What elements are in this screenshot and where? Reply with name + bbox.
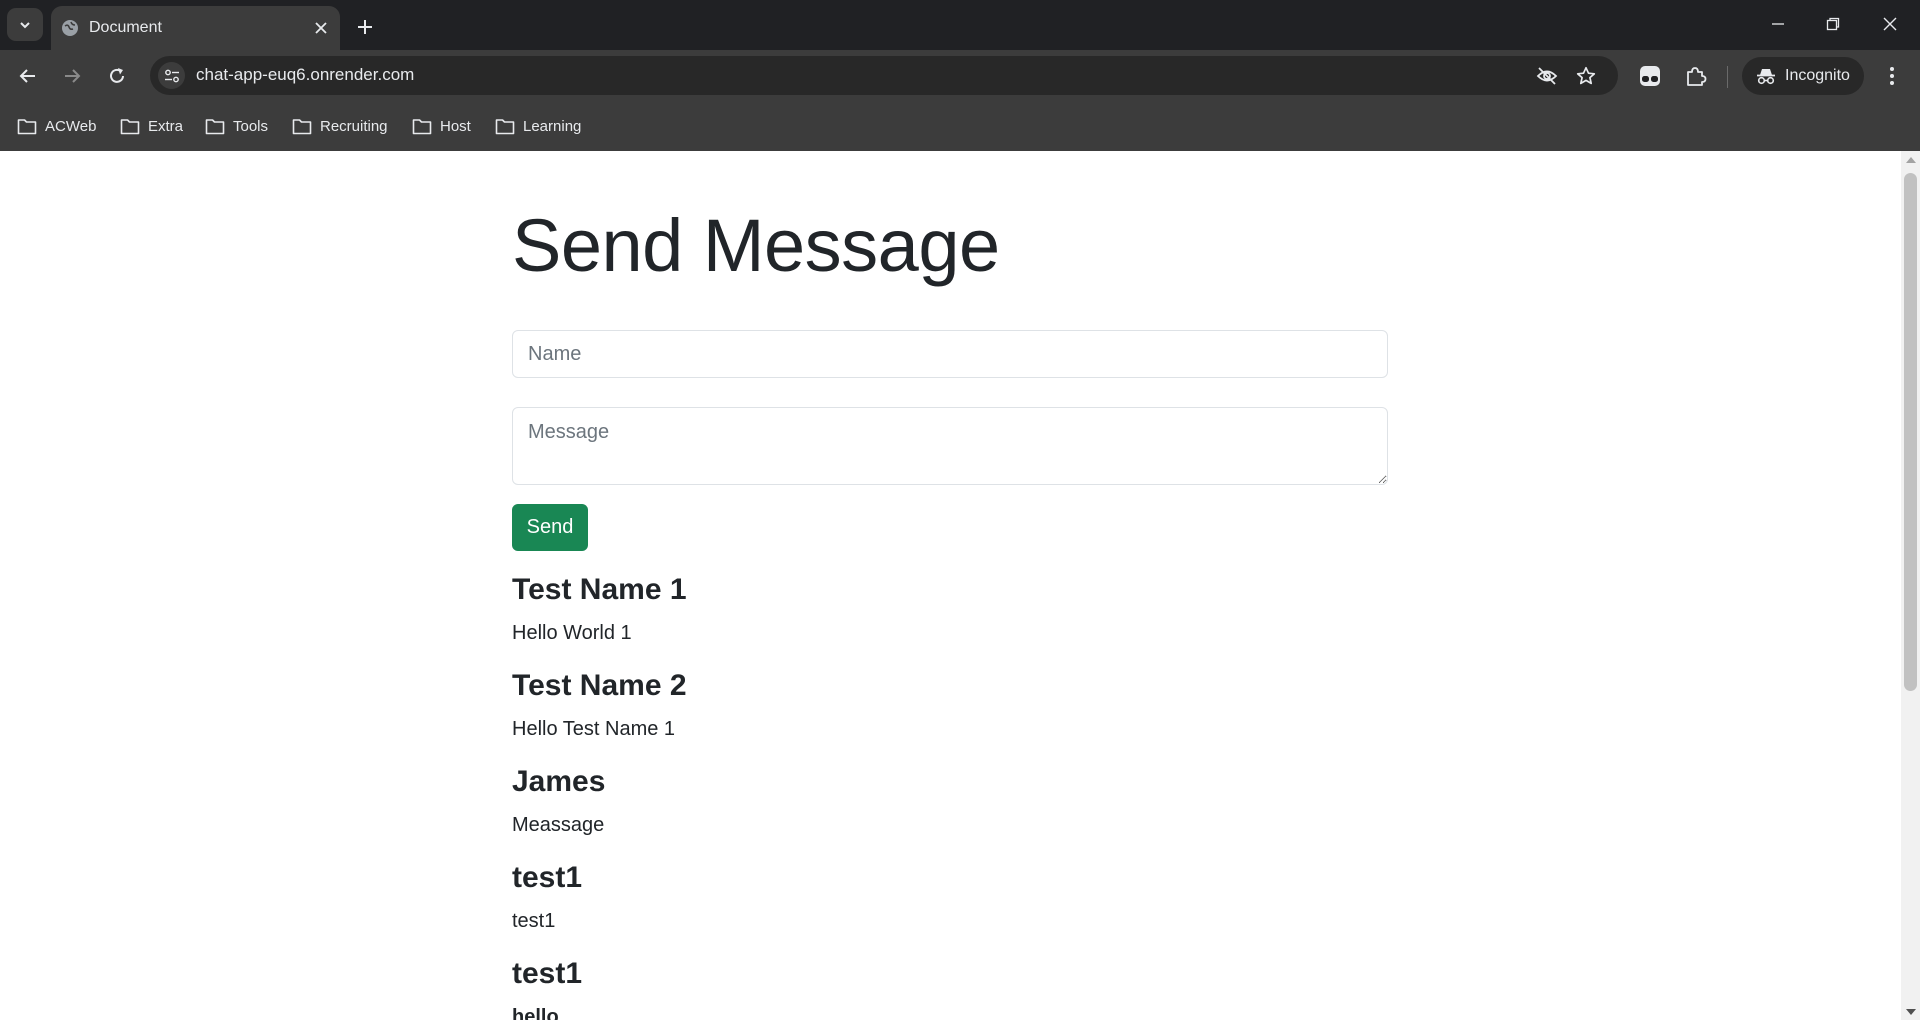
folder-icon bbox=[17, 118, 37, 134]
message-author: Test Name 1 bbox=[512, 573, 687, 606]
plus-icon bbox=[358, 20, 372, 34]
tab-title: Document bbox=[89, 19, 162, 36]
message-author: test1 bbox=[512, 957, 583, 990]
profile-extension-button[interactable] bbox=[1637, 63, 1663, 89]
star-icon bbox=[1576, 66, 1596, 85]
bookmark-label: Tools bbox=[233, 117, 269, 135]
folder-icon bbox=[205, 118, 225, 134]
address-bar[interactable]: chat-app-euq6.onrender.com bbox=[150, 56, 1618, 95]
restore-icon bbox=[1826, 17, 1840, 31]
bookmark-label: Extra bbox=[148, 117, 184, 135]
message-text: Hello Test Name 1 bbox=[512, 718, 676, 740]
send-button[interactable]: Send bbox=[512, 504, 588, 551]
back-button[interactable] bbox=[13, 61, 43, 91]
bookmark-folder-acweb[interactable]: ACWeb bbox=[17, 115, 96, 137]
message-author: test1 bbox=[512, 861, 583, 894]
arrow-right-icon bbox=[65, 69, 81, 83]
minimize-icon bbox=[1772, 23, 1784, 25]
puzzle-icon bbox=[1687, 67, 1707, 86]
tune-icon bbox=[164, 69, 179, 82]
extensions-button[interactable] bbox=[1683, 63, 1709, 89]
incognito-icon bbox=[1757, 69, 1775, 85]
bookmarks-bar: ACWeb Extra Tools Recruiting Host Learni… bbox=[0, 100, 1920, 151]
tab-strip: Document bbox=[0, 0, 1920, 50]
browser-toolbar: chat-app-euq6.onrender.com Incognito bbox=[0, 50, 1920, 100]
bookmark-folder-host[interactable]: Host bbox=[412, 115, 471, 137]
scrollbar-thumb[interactable] bbox=[1904, 173, 1917, 691]
message-text: test1 bbox=[512, 910, 556, 932]
globe-icon bbox=[62, 20, 78, 36]
close-icon[interactable] bbox=[312, 19, 330, 37]
chevron-down-icon bbox=[20, 21, 30, 28]
bookmark-folder-learning[interactable]: Learning bbox=[495, 115, 581, 137]
reload-icon bbox=[110, 68, 124, 83]
message-text: Meassage bbox=[512, 814, 605, 836]
page-title: Send Message bbox=[512, 204, 1000, 287]
close-icon bbox=[1883, 17, 1897, 31]
tracking-protection-button[interactable] bbox=[1535, 64, 1559, 88]
name-input[interactable] bbox=[512, 330, 1388, 378]
bookmark-folder-tools[interactable]: Tools bbox=[205, 115, 268, 137]
new-tab-button[interactable] bbox=[352, 14, 378, 40]
bookmark-label: Host bbox=[440, 117, 471, 135]
incognito-button[interactable]: Incognito bbox=[1742, 57, 1864, 95]
reload-button[interactable] bbox=[102, 61, 132, 91]
bookmark-label: Recruiting bbox=[320, 117, 388, 135]
folder-icon bbox=[495, 118, 515, 134]
scroll-up-arrow-icon[interactable] bbox=[1906, 157, 1916, 163]
browser-menu-button[interactable] bbox=[1880, 63, 1904, 89]
minimize-button[interactable] bbox=[1758, 9, 1798, 39]
scroll-down-arrow-icon[interactable] bbox=[1906, 1009, 1916, 1015]
toolbar-divider bbox=[1727, 66, 1728, 88]
restore-button[interactable] bbox=[1813, 9, 1853, 39]
message-text: hello bbox=[512, 1006, 559, 1020]
site-info-button[interactable] bbox=[158, 62, 185, 89]
folder-icon bbox=[412, 118, 432, 134]
message-input[interactable] bbox=[512, 407, 1388, 485]
message-text: Hello World 1 bbox=[512, 622, 632, 644]
close-window-button[interactable] bbox=[1870, 9, 1910, 39]
eye-off-icon bbox=[1536, 67, 1558, 85]
folder-icon bbox=[292, 118, 312, 134]
bookmark-label: ACWeb bbox=[45, 117, 97, 135]
tab-document[interactable]: Document bbox=[51, 6, 340, 50]
forward-button[interactable] bbox=[57, 61, 87, 91]
page-viewport: Send Message Send Test Name 1 Hello Worl… bbox=[0, 151, 1901, 1020]
bookmark-folder-recruiting[interactable]: Recruiting bbox=[292, 115, 388, 137]
bookmark-label: Learning bbox=[523, 117, 582, 135]
page-scrollbar[interactable] bbox=[1901, 151, 1920, 1020]
url-text[interactable]: chat-app-euq6.onrender.com bbox=[196, 65, 414, 85]
message-author: James bbox=[512, 765, 606, 798]
arrow-left-icon bbox=[19, 69, 35, 83]
bookmark-star-button[interactable] bbox=[1574, 64, 1598, 88]
incognito-label: Incognito bbox=[1785, 67, 1850, 84]
glasses-icon bbox=[1640, 66, 1660, 86]
message-author: Test Name 2 bbox=[512, 669, 687, 702]
folder-icon bbox=[120, 118, 140, 134]
more-vertical-icon bbox=[1890, 67, 1894, 85]
bookmark-folder-extra[interactable]: Extra bbox=[120, 115, 183, 137]
tab-search-button[interactable] bbox=[7, 8, 43, 41]
